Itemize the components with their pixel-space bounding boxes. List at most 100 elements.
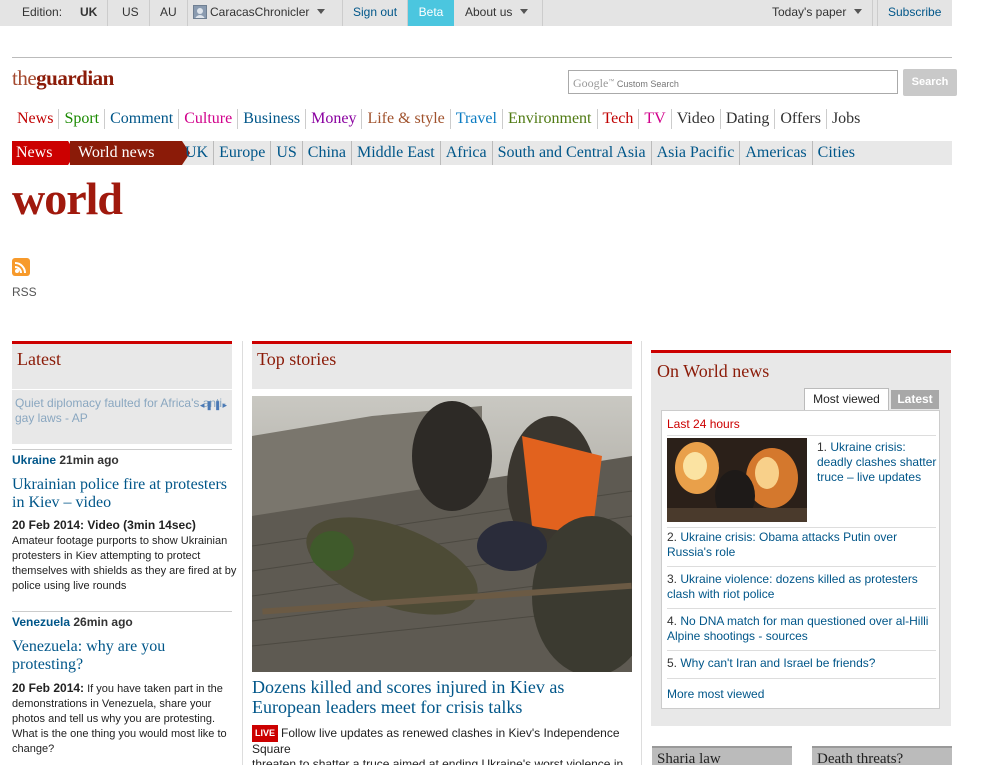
- most-viewed-item[interactable]: 1. Ukraine crisis: deadly clashes shatte…: [817, 440, 939, 485]
- tab-latest[interactable]: Latest: [891, 390, 939, 409]
- chevron-down-icon: [854, 9, 863, 14]
- nav-item-travel[interactable]: Travel: [451, 109, 503, 129]
- on-world-news-heading: On World news: [657, 361, 770, 381]
- more-most-viewed-link[interactable]: More most viewed: [667, 687, 764, 701]
- edition-uk[interactable]: UK: [70, 0, 109, 26]
- divider: [667, 527, 936, 528]
- story-date: 20 Feb 2014: Video (3min 14sec): [12, 518, 196, 532]
- story-section[interactable]: Venezuela: [12, 615, 70, 629]
- subnav-item-africa[interactable]: Africa: [441, 141, 493, 165]
- subnav-item-us[interactable]: US: [271, 141, 303, 165]
- user-menu[interactable]: CaracasChronicler: [187, 0, 343, 26]
- google-logo: Google: [573, 76, 609, 90]
- story-kicker: Ukraine 21min ago: [12, 453, 119, 467]
- hero-photo[interactable]: [252, 396, 632, 672]
- header-divider: [12, 57, 952, 58]
- most-viewed-thumbnail[interactable]: [667, 438, 807, 522]
- top-stories-heading: Top stories: [252, 341, 632, 389]
- column-divider: [641, 341, 642, 765]
- edition-label: Edition:: [22, 5, 63, 19]
- most-viewed-item[interactable]: 5. Why can't Iran and Israel be friends?: [667, 656, 875, 671]
- nav-item-jobs[interactable]: Jobs: [827, 109, 865, 129]
- todays-paper-menu[interactable]: Today's paper: [762, 0, 874, 26]
- chevron-down-icon: [317, 9, 326, 14]
- search-input[interactable]: Google™ Custom Search: [568, 70, 898, 94]
- about-us-label: About us: [465, 5, 513, 19]
- subnav-item-china[interactable]: China: [303, 141, 352, 165]
- teaser-sharia-law[interactable]: Sharia law: [652, 746, 792, 765]
- world-subnav: News World news UK Europe US China Middle Ea…: [12, 141, 952, 165]
- beta-badge[interactable]: Beta: [408, 0, 454, 26]
- edition-us[interactable]: US: [112, 0, 150, 26]
- most-viewed-item[interactable]: 3. Ukraine violence: dozens killed as pr…: [667, 572, 922, 602]
- search-placeholder: Custom Search: [616, 79, 679, 89]
- divider: [667, 435, 936, 436]
- section-nav: News Sport Comment Culture Business Money Life…: [12, 109, 865, 131]
- divider: [667, 608, 936, 609]
- guardian-logo[interactable]: theguardian: [12, 66, 114, 91]
- subnav-item-south-and-central-asia[interactable]: South and Central Asia: [493, 141, 652, 165]
- breadcrumb-world-news[interactable]: World news: [70, 141, 182, 165]
- story-standfirst: 20 Feb 2014: Video (3min 14sec) Amateur …: [12, 518, 237, 594]
- most-viewed-item[interactable]: 2. Ukraine crisis: Obama attacks Putin o…: [667, 530, 912, 560]
- breadcrumb-news[interactable]: News: [12, 141, 68, 165]
- nav-item-tech[interactable]: Tech: [598, 109, 640, 129]
- sign-out-link[interactable]: Sign out: [343, 0, 409, 26]
- rss-label[interactable]: RSS: [12, 285, 37, 299]
- story-standfirst: 20 Feb 2014: If you have taken part in t…: [12, 681, 237, 757]
- divider: [12, 449, 232, 450]
- teaser-death-threats[interactable]: Death threats?: [812, 746, 952, 765]
- divider: [12, 611, 232, 612]
- chevron-down-icon: [520, 9, 529, 14]
- story-headline[interactable]: Venezuela: why are you protesting?: [12, 638, 237, 674]
- todays-paper-label: Today's paper: [772, 5, 847, 19]
- logo-the: the: [12, 66, 37, 90]
- lead-standfirst: LIVE Follow live updates as renewed clash…: [252, 725, 632, 765]
- nav-item-money[interactable]: Money: [306, 109, 363, 129]
- story-section[interactable]: Ukraine: [12, 453, 56, 467]
- subnav-item-asia-pacific[interactable]: Asia Pacific: [652, 141, 741, 165]
- subnav-item-uk[interactable]: UK: [180, 141, 215, 165]
- tab-most-viewed[interactable]: Most viewed: [804, 388, 889, 410]
- nav-item-sport[interactable]: Sport: [59, 109, 106, 129]
- subnav-item-middle-east[interactable]: Middle East: [352, 141, 441, 165]
- subnav-item-cities[interactable]: Cities: [813, 141, 860, 165]
- ticker-headline[interactable]: Quiet diplomacy faulted for Africa's ant…: [15, 396, 226, 425]
- column-divider: [242, 341, 243, 765]
- hero-photo-art: [252, 396, 632, 672]
- nav-item-environment[interactable]: Environment: [503, 109, 598, 129]
- lead-text: Follow live updates as renewed clashes i…: [252, 726, 620, 756]
- page-title: world: [12, 173, 123, 224]
- subscribe-link[interactable]: Subscribe: [877, 0, 951, 26]
- logo-name: guardian: [36, 66, 114, 90]
- story-headline[interactable]: Ukrainian police fire at protesters in K…: [12, 476, 237, 512]
- about-us-menu[interactable]: About us: [455, 0, 543, 26]
- divider: [667, 566, 936, 567]
- most-viewed-item[interactable]: 4. No DNA match for man questioned over …: [667, 614, 935, 644]
- on-world-news-box: On World news Most viewed Latest Last 24…: [651, 350, 951, 726]
- divider: [667, 678, 936, 679]
- story-age: 26min ago: [73, 615, 133, 629]
- nav-item-culture[interactable]: Culture: [179, 109, 239, 129]
- nav-item-life-style[interactable]: Life & style: [362, 109, 451, 129]
- edition-au[interactable]: AU: [150, 0, 188, 26]
- story-text: Amateur footage purports to show Ukraini…: [12, 535, 237, 592]
- nav-item-video[interactable]: Video: [672, 109, 721, 129]
- subnav-item-europe[interactable]: Europe: [214, 141, 272, 165]
- nav-item-dating[interactable]: Dating: [721, 109, 776, 129]
- latest-heading: Latest: [12, 341, 232, 389]
- rss-icon[interactable]: [12, 258, 30, 276]
- nav-item-news[interactable]: News: [12, 109, 60, 129]
- nav-item-business[interactable]: Business: [238, 109, 307, 129]
- nav-item-tv[interactable]: TV: [639, 109, 672, 129]
- ticker-controls-icon[interactable]: ◂❚❚▸: [200, 398, 228, 413]
- search-button[interactable]: Search: [903, 69, 957, 96]
- nav-item-offers[interactable]: Offers: [775, 109, 827, 129]
- edition-bar: Edition: UK US AU CaracasChronicler Sign…: [0, 0, 952, 26]
- nav-item-comment[interactable]: Comment: [105, 109, 180, 129]
- lead-headline[interactable]: Dozens killed and scores injured in Kiev…: [252, 677, 632, 717]
- subnav-item-americas[interactable]: Americas: [740, 141, 813, 165]
- latest-ticker: Quiet diplomacy faulted for Africa's ant…: [12, 390, 232, 444]
- username: CaracasChronicler: [210, 5, 310, 19]
- story-kicker: Venezuela 26min ago: [12, 615, 133, 629]
